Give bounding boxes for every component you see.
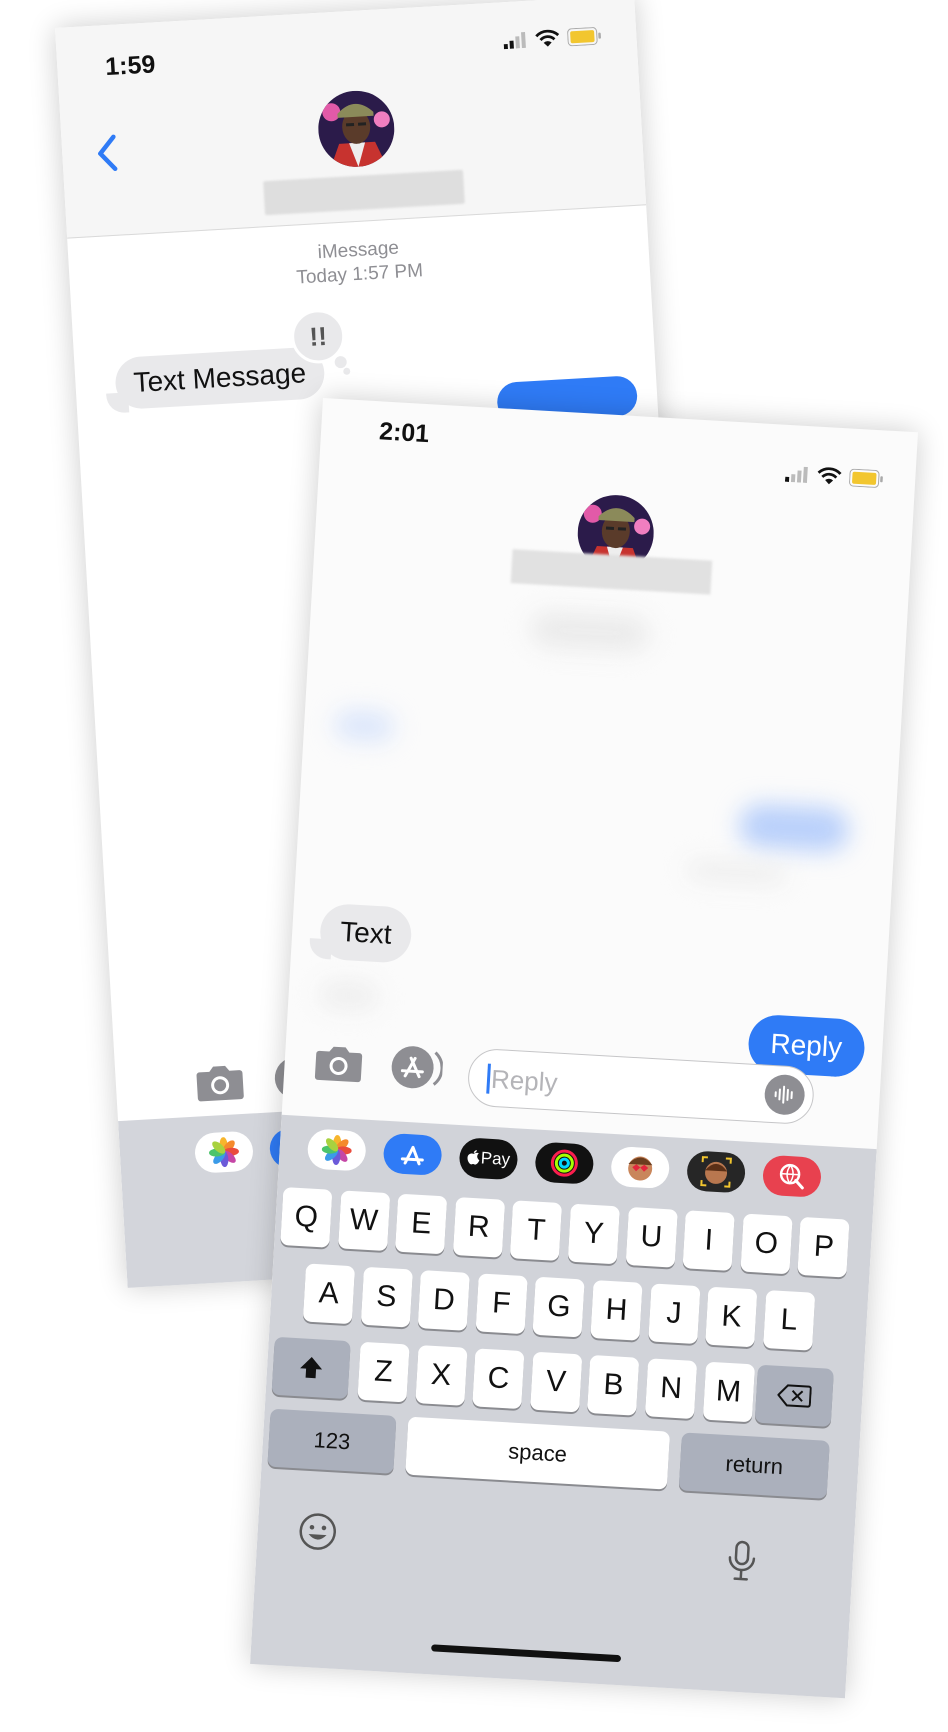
key-b[interactable]: B [587, 1354, 640, 1416]
key-t[interactable]: T [510, 1200, 563, 1262]
audio-message-icon[interactable] [763, 1073, 806, 1116]
apple-pay-label: Pay [480, 1148, 511, 1170]
delete-key[interactable] [754, 1364, 834, 1427]
apple-pay-icon[interactable]: Pay [458, 1137, 519, 1181]
key-l[interactable]: L [762, 1289, 816, 1351]
wifi-icon [535, 29, 560, 47]
blurred-timestamp [529, 610, 651, 654]
blurred-message [333, 709, 396, 743]
key-m[interactable]: M [702, 1361, 755, 1423]
camera-icon[interactable] [195, 1062, 245, 1103]
battery-icon [849, 468, 883, 488]
backspace-icon [777, 1384, 812, 1408]
incoming-message[interactable]: Text [318, 902, 414, 964]
key-o[interactable]: O [740, 1213, 793, 1275]
tapback-tail-dot [343, 367, 351, 375]
key-h[interactable]: H [590, 1280, 643, 1341]
key-f[interactable]: F [475, 1273, 528, 1335]
key-s[interactable]: S [360, 1266, 413, 1328]
incoming-message[interactable]: Text Message [114, 346, 326, 411]
back-chevron-icon[interactable] [91, 132, 123, 174]
app-store-icon[interactable] [382, 1132, 443, 1177]
blurred-message [737, 802, 851, 853]
front-screen: 2:01 Text Reply Reply Pay Q W E R T Y U … [250, 398, 919, 1699]
battery-icon [567, 27, 601, 47]
apple-logo-icon [467, 1150, 480, 1165]
message-input-placeholder: Reply [490, 1063, 559, 1098]
key-x[interactable]: X [414, 1345, 468, 1406]
web-images-icon[interactable] [761, 1154, 823, 1198]
key-p[interactable]: P [797, 1216, 850, 1278]
contact-name-redacted [510, 549, 713, 595]
key-u[interactable]: U [625, 1206, 678, 1268]
return-key[interactable]: return [678, 1432, 830, 1499]
status-time: 2:01 [378, 417, 430, 449]
key-q[interactable]: Q [280, 1187, 333, 1248]
key-r[interactable]: R [452, 1196, 505, 1258]
key-y[interactable]: Y [567, 1203, 620, 1265]
key-d[interactable]: D [417, 1270, 471, 1331]
key-j[interactable]: J [647, 1283, 701, 1345]
key-n[interactable]: N [644, 1358, 698, 1420]
activity-icon[interactable] [534, 1141, 595, 1185]
contact-avatar[interactable] [316, 88, 397, 169]
photos-icon[interactable] [193, 1130, 255, 1174]
numbers-key[interactable]: 123 [267, 1408, 397, 1474]
blurred-message [317, 978, 380, 1013]
conversation-info: iMessage Today 1:57 PM [68, 222, 650, 303]
key-w[interactable]: W [337, 1190, 390, 1252]
signal-icon [784, 466, 808, 483]
status-time: 1:59 [104, 50, 157, 82]
status-icons [784, 465, 884, 489]
memoji-icon[interactable] [685, 1150, 747, 1194]
key-z[interactable]: Z [357, 1341, 410, 1403]
key-c[interactable]: C [472, 1348, 525, 1410]
wifi-icon [817, 467, 842, 485]
key-a[interactable]: A [302, 1263, 356, 1325]
key-e[interactable]: E [395, 1193, 448, 1255]
shift-arrow-icon [300, 1356, 323, 1379]
shift-key[interactable] [271, 1336, 351, 1400]
key-k[interactable]: K [705, 1286, 758, 1348]
key-v[interactable]: V [529, 1351, 583, 1413]
key-g[interactable]: G [532, 1276, 586, 1338]
blurred-status [685, 859, 787, 886]
memoji-stickers-icon[interactable] [610, 1145, 671, 1190]
app-store-button-icon[interactable] [389, 1044, 444, 1091]
signal-icon [503, 31, 526, 50]
microphone-icon[interactable] [726, 1539, 758, 1583]
emoji-icon[interactable] [297, 1510, 339, 1552]
camera-icon[interactable] [314, 1043, 364, 1084]
photos-icon[interactable] [306, 1128, 367, 1172]
key-i[interactable]: I [682, 1210, 735, 1271]
